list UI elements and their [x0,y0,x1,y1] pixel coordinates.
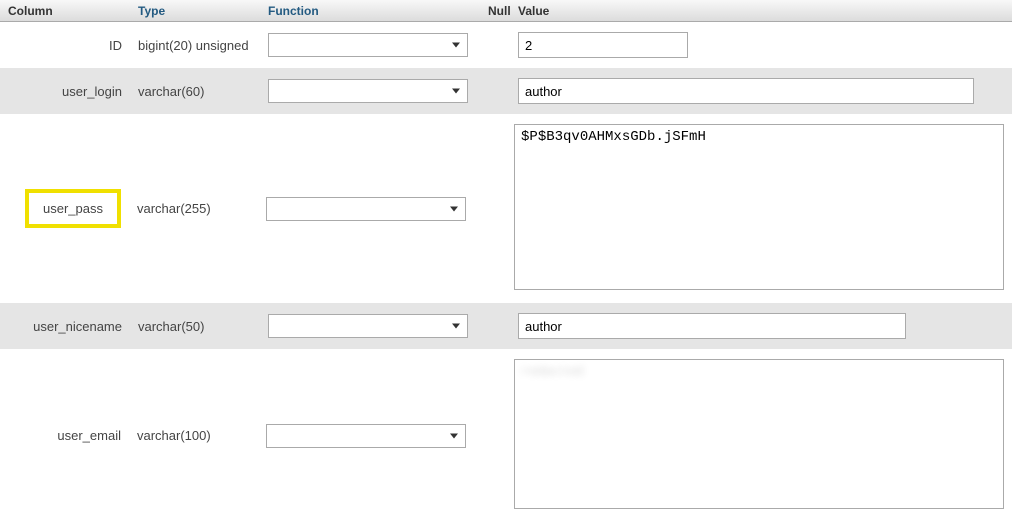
column-name: user_pass [43,201,103,216]
column-name: user_nicename [0,319,130,334]
table-row: user_nicename varchar(50) [0,303,1012,349]
function-select[interactable] [266,424,466,448]
column-type: varchar(60) [130,84,260,99]
header-column: Column [0,4,130,18]
header-null: Null [480,4,510,18]
column-name: user_email [0,428,129,443]
value-input[interactable] [518,78,974,104]
edit-table: Column Type Function Null Value ID bigin… [0,0,1012,522]
column-name: user_login [0,84,130,99]
value-input[interactable] [518,313,906,339]
function-select[interactable] [268,314,468,338]
function-select[interactable] [266,197,466,221]
highlight-box: user_pass [25,189,121,228]
header-value: Value [510,4,1012,18]
function-select[interactable] [268,79,468,103]
column-name: ID [0,38,130,53]
column-type: varchar(255) [129,201,258,216]
value-textarea[interactable]: redacted [514,359,1004,509]
table-header-row: Column Type Function Null Value [0,0,1012,22]
value-input[interactable] [518,32,688,58]
column-type: varchar(50) [130,319,260,334]
column-type: varchar(100) [129,428,258,443]
column-type: bigint(20) unsigned [130,38,260,53]
table-row: user_email varchar(100) redacted [0,349,1012,522]
header-function[interactable]: Function [260,4,480,18]
table-row: user_pass varchar(255) $P$B3qv0AHMxsGDb.… [0,114,1012,303]
table-row: ID bigint(20) unsigned [0,22,1012,68]
function-select[interactable] [268,33,468,57]
table-row: user_login varchar(60) [0,68,1012,114]
header-type[interactable]: Type [130,4,260,18]
value-textarea[interactable]: $P$B3qv0AHMxsGDb.jSFmH [514,124,1004,290]
